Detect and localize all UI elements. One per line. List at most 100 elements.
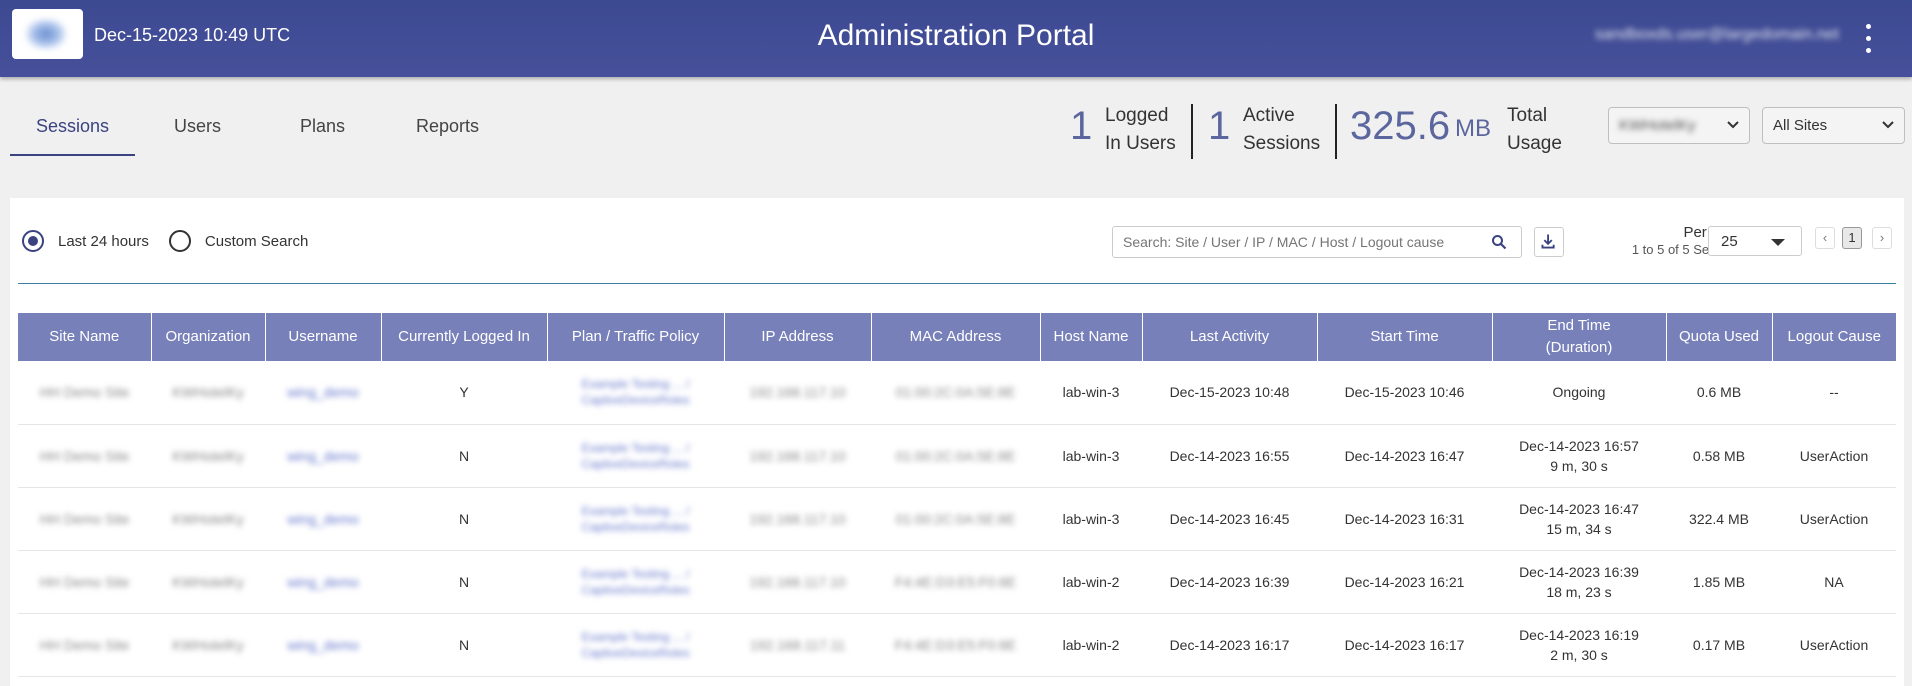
- stat-divider: [1335, 104, 1337, 159]
- active-sessions-count: 1: [1208, 104, 1231, 148]
- cell-logout-cause: --: [1772, 361, 1896, 425]
- cell-plan[interactable]: Example Testing ... / CaptiveDeviceRoles: [547, 424, 724, 488]
- cell-plan[interactable]: Example Testing ... / CaptiveDeviceRoles: [547, 361, 724, 425]
- cell-end-time: Dec-14-2023 16:57 9 m, 30 s: [1492, 424, 1666, 488]
- last-24-hours-radio[interactable]: [22, 230, 44, 252]
- time-range-options: Last 24 hours Custom Search: [22, 230, 308, 252]
- col-plan-traffic-policy[interactable]: Plan / Traffic Policy: [547, 313, 725, 361]
- next-page-button[interactable]: ›: [1872, 227, 1892, 249]
- cell-last-activity: Dec-15-2023 10:48: [1142, 361, 1317, 425]
- cell-end-date: Dec-14-2023 16:19: [1519, 626, 1639, 643]
- cell-last-activity: Dec-14-2023 16:39: [1142, 550, 1317, 614]
- cell-logout-cause: UserAction: [1772, 487, 1896, 551]
- col-mac-address[interactable]: MAC Address: [871, 313, 1041, 361]
- site-select-value: All Sites: [1773, 117, 1828, 134]
- cell-logged-in: N: [381, 424, 547, 488]
- table-row[interactable]: HH Demo Site KWHotelKy wing_demo N Examp…: [18, 487, 1896, 551]
- cell-end-time: Ongoing: [1492, 361, 1666, 425]
- cell-host: lab-win-3: [1040, 361, 1142, 425]
- cell-org: KWHotelKy: [151, 613, 265, 677]
- col-organization[interactable]: Organization: [151, 313, 266, 361]
- cell-plan-line2: CaptiveDeviceRoles: [581, 519, 690, 534]
- cell-logged-in: N: [381, 613, 547, 677]
- cell-plan[interactable]: Example Testing ... / CaptiveDeviceRoles: [547, 550, 724, 614]
- chevron-right-icon: ›: [1879, 230, 1885, 245]
- custom-search-label[interactable]: Custom Search: [205, 233, 308, 250]
- prev-page-button[interactable]: ‹: [1815, 227, 1835, 249]
- tab-reports[interactable]: Reports: [385, 100, 510, 156]
- cell-last-activity: Dec-14-2023 16:17: [1142, 613, 1317, 677]
- cell-logged-in: Y: [381, 361, 547, 425]
- logged-in-label-line1: Logged: [1105, 105, 1169, 126]
- cell-logout-cause: UserAction: [1772, 613, 1896, 677]
- cell-start-time: Dec-15-2023 10:46: [1317, 361, 1492, 425]
- search-icon[interactable]: [1491, 234, 1507, 250]
- cell-start-time: Dec-14-2023 16:31: [1317, 487, 1492, 551]
- tab-users[interactable]: Users: [135, 100, 260, 156]
- cell-site: HH Demo Site: [18, 361, 151, 425]
- custom-search-radio[interactable]: [168, 230, 191, 252]
- caret-down-icon: [1771, 239, 1785, 246]
- table-row[interactable]: HH Demo Site KWHotelKy wing_demo N Examp…: [18, 550, 1896, 614]
- cell-duration: 9 m, 30 s: [1550, 457, 1608, 474]
- organization-select-value: KWHotelKy: [1619, 117, 1696, 134]
- cell-last-activity: Dec-14-2023 16:45: [1142, 487, 1317, 551]
- cell-end-time: Dec-14-2023 16:39 18 m, 23 s: [1492, 550, 1666, 614]
- cell-duration: 2 m, 30 s: [1550, 646, 1608, 663]
- site-select[interactable]: All Sites: [1762, 107, 1905, 144]
- table-row[interactable]: HH Demo Site KWHotelKy wing_demo N Examp…: [18, 613, 1896, 677]
- cell-plan-line1: Example Testing ... /: [581, 566, 690, 581]
- cell-org: KWHotelKy: [151, 487, 265, 551]
- col-ip-address[interactable]: IP Address: [724, 313, 872, 361]
- search-input[interactable]: [1123, 234, 1463, 250]
- last-24-hours-label[interactable]: Last 24 hours: [58, 233, 149, 250]
- cell-username-link[interactable]: wing_demo: [265, 361, 381, 425]
- col-currently-logged-in[interactable]: Currently Logged In: [381, 313, 548, 361]
- col-site-name[interactable]: Site Name: [18, 313, 152, 361]
- table-row[interactable]: HH Demo Site KWHotelKy wing_demo N Examp…: [18, 424, 1896, 488]
- logged-in-label: Logged In Users: [1105, 102, 1176, 158]
- cell-start-time: Dec-14-2023 16:17: [1317, 613, 1492, 677]
- cell-username-link[interactable]: wing_demo: [265, 613, 381, 677]
- chevron-left-icon: ‹: [1822, 230, 1828, 245]
- col-end-time[interactable]: End Time (Duration): [1492, 313, 1667, 361]
- cell-username-link[interactable]: wing_demo: [265, 487, 381, 551]
- per-page-select[interactable]: 25: [1708, 226, 1802, 256]
- user-email[interactable]: sandboxds.user@largedomain.net: [1595, 26, 1839, 44]
- tab-plans[interactable]: Plans: [260, 100, 385, 156]
- cell-username-link[interactable]: wing_demo: [265, 424, 381, 488]
- table-row[interactable]: HH Demo Site KWHotelKy wing_demo Y Examp…: [18, 361, 1896, 425]
- chevron-down-icon: [1727, 121, 1739, 129]
- cell-logged-in: N: [381, 487, 547, 551]
- cell-ip: 192.168.117.10: [724, 550, 871, 614]
- cell-mac: F4:4E:D3:E5:F0:8E: [871, 550, 1040, 614]
- page-number-button[interactable]: 1: [1842, 227, 1862, 249]
- kebab-menu-icon[interactable]: [1860, 24, 1878, 54]
- col-host-name[interactable]: Host Name: [1040, 313, 1143, 361]
- col-logout-cause[interactable]: Logout Cause: [1772, 313, 1896, 361]
- cell-mac: F4:4E:D3:E5:F0:8E: [871, 613, 1040, 677]
- cell-end-date: Dec-14-2023 16:39: [1519, 563, 1639, 580]
- cell-plan[interactable]: Example Testing ... / CaptiveDeviceRoles: [547, 613, 724, 677]
- cell-start-time: Dec-14-2023 16:21: [1317, 550, 1492, 614]
- col-quota-used[interactable]: Quota Used: [1666, 313, 1773, 361]
- cell-site: HH Demo Site: [18, 550, 151, 614]
- cell-plan[interactable]: Example Testing ... / CaptiveDeviceRoles: [547, 487, 724, 551]
- cell-org: KWHotelKy: [151, 550, 265, 614]
- total-usage-value: 325.6: [1350, 104, 1451, 148]
- cell-username-link[interactable]: wing_demo: [265, 550, 381, 614]
- organization-select[interactable]: KWHotelKy: [1608, 107, 1750, 144]
- col-start-time[interactable]: Start Time: [1317, 313, 1493, 361]
- cell-quota: 322.4 MB: [1666, 487, 1772, 551]
- cell-ip: 192.168.117.11: [724, 613, 871, 677]
- cell-plan-line2: CaptiveDeviceRoles: [581, 393, 690, 408]
- sessions-table: Site Name Organization Username Currentl…: [18, 313, 1896, 677]
- col-last-activity[interactable]: Last Activity: [1142, 313, 1318, 361]
- total-usage-label: Total Usage: [1507, 102, 1562, 158]
- tab-sessions[interactable]: Sessions: [10, 100, 135, 156]
- col-username[interactable]: Username: [265, 313, 382, 361]
- active-sessions-label: Active Sessions: [1243, 102, 1320, 158]
- cell-host: lab-win-3: [1040, 487, 1142, 551]
- logged-in-count: 1: [1070, 104, 1093, 148]
- cell-host: lab-win-2: [1040, 550, 1142, 614]
